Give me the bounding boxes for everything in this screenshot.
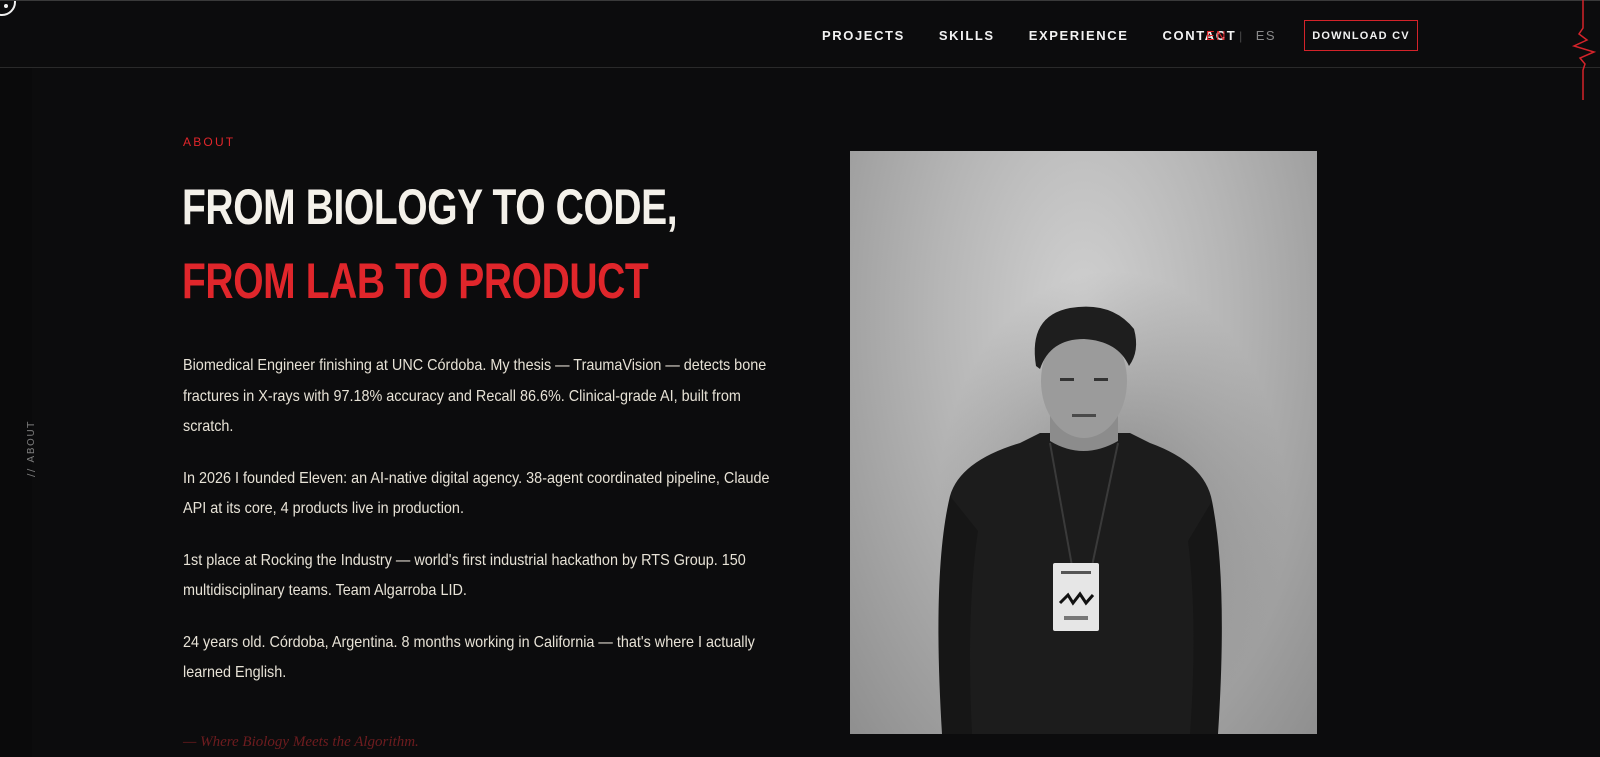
portrait-figure: [937, 271, 1287, 734]
section-eyebrow: ABOUT: [183, 135, 236, 149]
nav-link-experience[interactable]: EXPERIENCE: [1029, 28, 1129, 43]
bio-paragraph: 24 years old. Córdoba, Argentina. 8 mont…: [183, 633, 755, 682]
main-nav: PROJECTS SKILLS EXPERIENCE CONTACT: [822, 28, 1270, 43]
about-bio: Biomedical Engineer finishing at UNC Cór…: [183, 351, 783, 710]
left-rail: // ABOUT: [0, 67, 37, 757]
lang-es-button[interactable]: ES: [1256, 28, 1276, 43]
headline-line-1: FROM BIOLOGY TO CODE,: [182, 179, 678, 235]
lang-en-button[interactable]: EN: [1206, 28, 1227, 43]
nav-link-skills[interactable]: SKILLS: [939, 28, 995, 43]
headline-line-2: FROM LAB TO PRODUCT: [182, 253, 649, 309]
language-switcher: EN | ES: [1206, 28, 1276, 43]
download-cv-button[interactable]: DOWNLOAD CV: [1304, 20, 1418, 51]
nav-link-projects[interactable]: PROJECTS: [822, 28, 905, 43]
bio-paragraph: In 2026 I founded Eleven: an AI-native d…: [183, 469, 770, 518]
bio-paragraph: 1st place at Rocking the Industry — worl…: [183, 551, 746, 600]
about-tagline: — Where Biology Meets the Algorithm.: [183, 734, 419, 750]
bio-paragraph: Biomedical Engineer finishing at UNC Cór…: [183, 357, 767, 435]
site-header: PROJECTS SKILLS EXPERIENCE CONTACT EN | …: [0, 0, 1600, 68]
page: // ABOUT PROJECTS SKILLS EXPERIENCE CONT…: [0, 0, 1600, 757]
rail-section-label: // ABOUT: [26, 420, 37, 477]
lang-separator: |: [1239, 28, 1244, 43]
about-headline: FROM BIOLOGY TO CODE, FROM LAB TO PRODUC…: [182, 170, 678, 318]
portrait-photo: [850, 151, 1317, 734]
heartbeat-pulse-icon: [1571, 0, 1597, 100]
